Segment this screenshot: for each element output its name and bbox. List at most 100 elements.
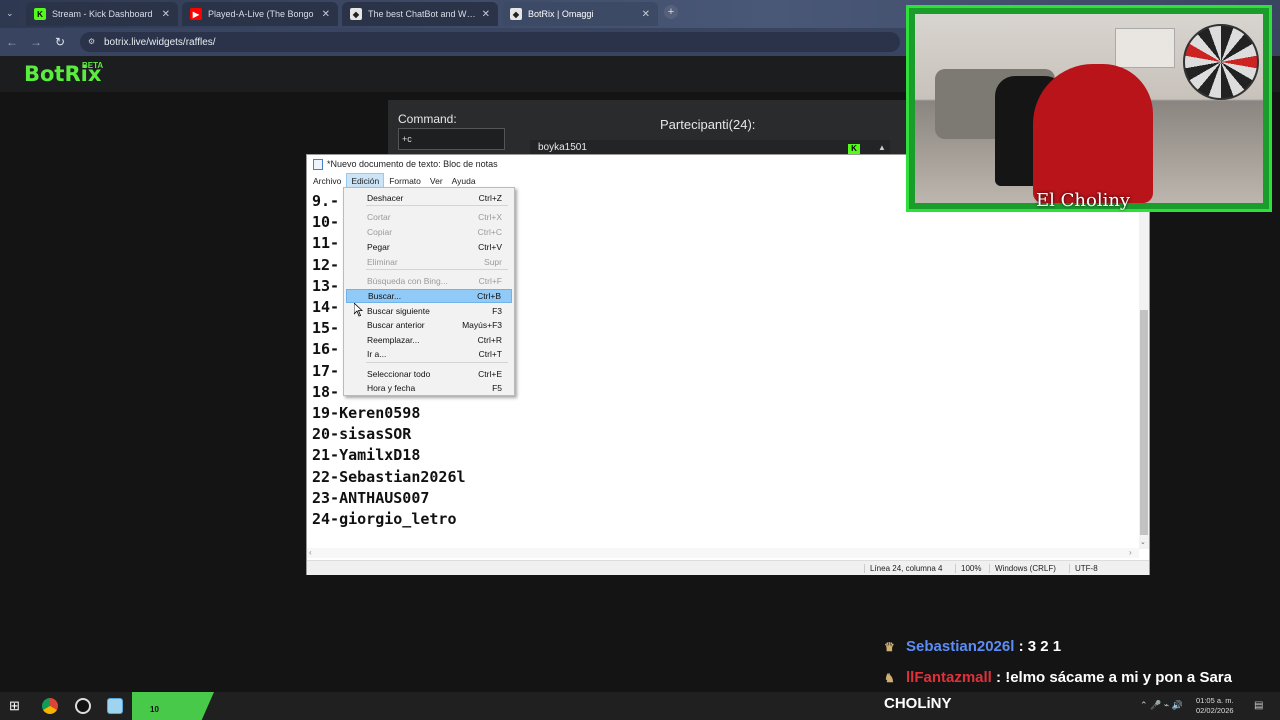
- text-line: 19-Keren0598: [312, 404, 421, 423]
- tab-label: Played-A-Live (The Bongo: [208, 9, 314, 19]
- menu-item-label: Eliminar: [367, 257, 398, 267]
- menu-item-shortcut: Ctrl+T: [478, 349, 502, 359]
- menu-item-shortcut: Ctrl+C: [477, 227, 502, 237]
- close-icon[interactable]: ✕: [642, 9, 650, 20]
- prize-wheel: [1183, 24, 1259, 100]
- tray-icons[interactable]: ⌃ 🎤 ⌁ 🔊: [1140, 700, 1183, 711]
- chat-message: ♞ llFantazmall : !elmo sácame a mi y pon …: [884, 669, 1232, 686]
- back-icon[interactable]: ←: [0, 35, 24, 49]
- menu-item-buscar-siguiente[interactable]: Buscar siguiente F3: [346, 304, 512, 318]
- window-title: *Nuevo documento de texto: Bloc de notas: [327, 159, 498, 169]
- line-ending: Windows (CRLF): [989, 564, 1056, 573]
- webcam-video: [915, 14, 1263, 203]
- chat-message: ♛ Sebastian2026l : 3 2 1: [884, 638, 1061, 655]
- scroll-right-icon[interactable]: ›: [1129, 548, 1132, 557]
- scroll-down-icon[interactable]: ⌄: [1140, 538, 1146, 546]
- taskbar-clock[interactable]: 01:05 a. m. 02/02/2026: [1196, 696, 1234, 716]
- obs-icon[interactable]: [75, 698, 91, 714]
- menu-separator: [366, 205, 508, 206]
- encoding: UTF-8: [1069, 564, 1098, 573]
- chat-text: : !elmo sácame a mi y pon a Sara: [996, 669, 1232, 686]
- tab-botrix-chatbot[interactable]: ◆ The best ChatBot and Widgets ✕: [342, 2, 498, 26]
- menu-formato[interactable]: Formato: [385, 174, 425, 188]
- chat-text: : 3 2 1: [1018, 638, 1062, 655]
- menu-item-shortcut: F5: [492, 383, 502, 393]
- botrix-icon: ◆: [350, 8, 362, 20]
- kick-icon: K: [848, 144, 860, 154]
- menu-item-label: Buscar siguiente: [367, 306, 430, 316]
- menu-item-shortcut: F3: [492, 306, 502, 316]
- url-text: botrix.live/widgets/raffles/: [104, 36, 216, 48]
- tab-botrix-omaggi[interactable]: ◆ BotRix | Omaggi ✕: [502, 2, 658, 26]
- menu-item-eliminar[interactable]: Eliminar Supr: [346, 255, 512, 269]
- menu-item-hora-y-fecha[interactable]: Hora y fecha F5: [346, 381, 512, 395]
- menu-item-label: Deshacer: [367, 193, 404, 203]
- menu-item-seleccionar-todo[interactable]: Seleccionar todo Ctrl+E: [346, 367, 512, 381]
- command-label: Command:: [398, 112, 457, 126]
- menu-item-shortcut: Ctrl+E: [478, 369, 502, 379]
- site-info-icon[interactable]: ⚙: [88, 37, 95, 46]
- notepad-taskbar-icon[interactable]: [107, 698, 123, 714]
- menu-item-label: Buscar...: [368, 291, 402, 301]
- tab-list-icon[interactable]: ⌄: [6, 8, 14, 19]
- cursor-position: Línea 24, columna 4: [864, 564, 943, 573]
- close-icon[interactable]: ✕: [162, 9, 170, 20]
- scrollbar-thumb[interactable]: [1140, 310, 1148, 535]
- chat-text: CHOLiNY: [884, 695, 952, 712]
- menu-item-label: Búsqueda con Bing...: [367, 276, 448, 286]
- horizontal-scrollbar[interactable]: ‹ ›: [307, 548, 1139, 558]
- text-line: 21-YamilxD18: [312, 446, 421, 465]
- text-line: 23-ANTHAUS007: [312, 488, 430, 507]
- menu-archivo[interactable]: Archivo: [309, 174, 345, 188]
- chat-username: llFantazmall: [906, 669, 992, 686]
- youtube-icon: ▶: [190, 8, 202, 20]
- menu-item-pegar[interactable]: Pegar Ctrl+V: [346, 240, 512, 254]
- reload-icon[interactable]: ↻: [48, 35, 72, 49]
- menu-item-cortar[interactable]: Cortar Ctrl+X: [346, 210, 512, 224]
- scroll-up-icon[interactable]: ▲: [878, 143, 886, 152]
- tab-youtube[interactable]: ▶ Played-A-Live (The Bongo ✕: [182, 2, 338, 26]
- menu-item-ir-a[interactable]: Ir a... Ctrl+T: [346, 347, 512, 361]
- close-icon[interactable]: ✕: [482, 9, 490, 20]
- taskbar-highlight: [132, 692, 214, 720]
- command-input[interactable]: +c: [398, 128, 505, 150]
- tab-label: The best ChatBot and Widgets: [368, 9, 476, 19]
- windows-start-icon[interactable]: ⊞: [9, 698, 20, 714]
- menu-item-label: Pegar: [367, 242, 390, 252]
- menu-item-shortcut: Mayús+F3: [462, 320, 502, 330]
- tab-kick-dashboard[interactable]: K Stream - Kick Dashboard ✕: [26, 2, 178, 26]
- mouse-cursor-icon: [354, 303, 363, 317]
- notepad-icon: [313, 159, 323, 170]
- menu-ayuda[interactable]: Ayuda: [448, 174, 480, 188]
- notifications-icon[interactable]: ▤: [1254, 700, 1263, 711]
- menu-item-buscar-anterior[interactable]: Buscar anterior Mayús+F3: [346, 318, 512, 332]
- menu-item-shortcut: Ctrl+F: [478, 276, 502, 286]
- text-line: 22-Sebastian2026l: [312, 467, 466, 486]
- close-icon[interactable]: ✕: [322, 9, 330, 20]
- participant-name: boyka1501: [538, 142, 587, 153]
- chat-message-continued: CHOLiNY: [884, 695, 952, 712]
- forward-icon[interactable]: →: [24, 35, 48, 49]
- menu-item-shortcut: Ctrl+R: [477, 335, 502, 345]
- new-tab-icon[interactable]: +: [664, 5, 678, 19]
- menu-ver[interactable]: Ver: [426, 174, 447, 188]
- subscriber-badge-icon: ♛: [884, 640, 895, 654]
- background-shelf: [1115, 28, 1175, 68]
- notification-count: 10: [150, 705, 159, 714]
- menu-separator: [366, 362, 508, 363]
- address-bar[interactable]: ⚙ botrix.live/widgets/raffles/: [80, 32, 900, 52]
- chrome-icon[interactable]: [42, 698, 58, 714]
- menu-item-shortcut: Ctrl+X: [478, 212, 502, 222]
- webcam-name-label: El Choliny: [1036, 190, 1131, 211]
- menu-item-deshacer[interactable]: Deshacer Ctrl+Z: [346, 191, 512, 205]
- tab-label: Stream - Kick Dashboard: [52, 9, 153, 19]
- menu-item-copiar[interactable]: Copiar Ctrl+C: [346, 225, 512, 239]
- menu-item-reemplazar[interactable]: Reemplazar... Ctrl+R: [346, 333, 512, 347]
- menu-item-búsqueda-con-bing[interactable]: Búsqueda con Bing... Ctrl+F: [346, 274, 512, 288]
- menu-item-buscar[interactable]: Buscar... Ctrl+B: [346, 289, 512, 303]
- zoom-level: 100%: [955, 564, 981, 573]
- menu-item-shortcut: Ctrl+B: [477, 291, 501, 301]
- scroll-left-icon[interactable]: ‹: [309, 548, 312, 557]
- text-line: 24-giorgio_letro: [312, 510, 457, 529]
- menu-item-label: Buscar anterior: [367, 320, 425, 330]
